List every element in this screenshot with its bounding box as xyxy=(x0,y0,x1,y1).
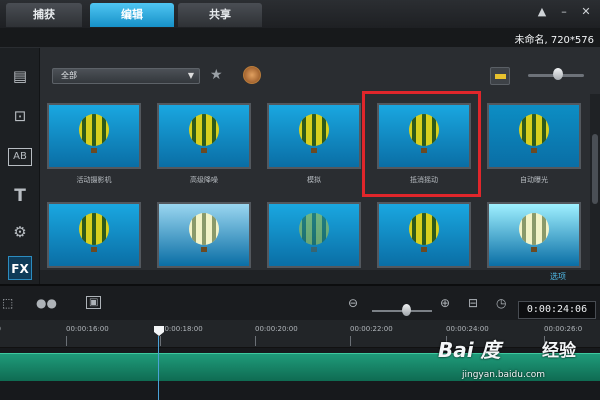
zoom-in-icon[interactable]: ⊕ xyxy=(440,296,450,310)
mix-icon[interactable]: ●● xyxy=(36,296,57,310)
tab-share[interactable]: 共享 xyxy=(178,3,262,27)
record-icon[interactable]: ▣ xyxy=(86,296,102,309)
zoom-out-icon[interactable]: ⊖ xyxy=(348,296,358,310)
title-template-icon[interactable]: AB xyxy=(8,148,32,166)
watermark-brand: Bai 度 xyxy=(438,338,501,362)
ruler-tick xyxy=(160,336,161,346)
tab-edit[interactable]: 编辑 xyxy=(90,3,174,27)
transition-icon[interactable]: ⊡ xyxy=(8,104,32,128)
view-mode-button[interactable] xyxy=(490,67,510,85)
hot-air-balloon-icon xyxy=(189,114,219,153)
library-panel: ▤ ⊡ AB T ⚙ FX 全部 ▼ ★ 活动摄影机 高级降噪 模拟 抵消摇动 自动曝光… xyxy=(0,48,600,284)
effect-thumbnail[interactable] xyxy=(47,202,141,268)
minimize-icon[interactable]: – xyxy=(556,4,572,20)
title-icon[interactable]: T xyxy=(8,184,32,208)
ruler-tick xyxy=(66,336,67,346)
timeline-zoom-knob[interactable] xyxy=(402,304,411,316)
library-toolbar: 全部 ▼ ★ xyxy=(40,48,600,94)
ruler-label: 00:00:16:00 xyxy=(66,325,109,333)
library-scrollbar[interactable] xyxy=(590,94,600,270)
effects-grid: 活动摄影机 高级降噪 模拟 抵消摇动 自动曝光 xyxy=(40,94,590,270)
effect-thumbnail[interactable] xyxy=(267,202,361,268)
close-icon[interactable]: ✕ xyxy=(578,4,594,20)
fit-project-icon[interactable]: ⊟ xyxy=(468,296,478,310)
effect-thumbnail-label: 高级降噪 xyxy=(190,176,218,184)
hot-air-balloon-icon xyxy=(79,213,109,252)
graphics-icon[interactable]: ⚙ xyxy=(8,220,32,244)
category-dropdown[interactable]: 全部 ▼ xyxy=(52,68,200,84)
thumbnail-size-knob[interactable] xyxy=(553,68,563,80)
hot-air-balloon-icon xyxy=(519,213,549,252)
effect-thumbnail[interactable] xyxy=(157,202,251,268)
timecode-display[interactable]: 0:00:24:06 xyxy=(518,301,596,319)
timeline-toolbar: ⬚ ●● ▣ ⊖ ⊕ ⊟ ◷ 0:00:24:06 xyxy=(0,284,600,320)
effect-thumbnail-label: 活动摄影机 xyxy=(76,176,112,184)
ruler-label: 00:00:18:00 xyxy=(160,325,203,333)
clock-icon: ◷ xyxy=(496,296,507,310)
ruler-tick xyxy=(350,336,351,346)
hot-air-balloon-icon xyxy=(189,213,219,252)
hot-air-balloon-icon xyxy=(519,114,549,153)
top-tab-bar: 捕获 编辑 共享 ▲ – ✕ xyxy=(0,0,600,28)
options-button[interactable]: 选项 xyxy=(550,271,566,282)
storyboard-icon[interactable]: ⬚ xyxy=(2,296,13,310)
tab-capture[interactable]: 捕获 xyxy=(6,3,82,27)
watermark-url: jingyan.baidu.com xyxy=(462,370,546,380)
library-sidebar: ▤ ⊡ AB T ⚙ FX xyxy=(0,48,40,284)
effect-thumbnail[interactable] xyxy=(377,202,471,268)
add-to-favorites-icon[interactable]: ★ xyxy=(210,66,230,84)
chevron-down-icon: ▼ xyxy=(187,71,194,80)
options-row: 选项 xyxy=(40,270,600,284)
fx-icon[interactable]: FX xyxy=(8,256,32,280)
effect-thumbnail[interactable] xyxy=(487,103,581,169)
browse-icon[interactable] xyxy=(243,66,261,84)
effect-thumbnail[interactable] xyxy=(157,103,251,169)
ruler-label: 00:00:20:00 xyxy=(255,325,298,333)
selection-highlight-box xyxy=(362,91,481,197)
ruler-tick xyxy=(255,336,256,346)
effect-thumbnail[interactable] xyxy=(47,103,141,169)
hot-air-balloon-icon xyxy=(79,114,109,153)
ruler-label: 00:00:22:00 xyxy=(350,325,393,333)
project-title-bar: 未命名, 720*576 xyxy=(0,28,600,48)
effect-thumbnail-label: 模拟 xyxy=(307,176,321,184)
effect-thumbnail-label: 自动曝光 xyxy=(520,176,548,184)
project-title: 未命名, 720*576 xyxy=(514,35,594,46)
hot-air-balloon-icon xyxy=(299,114,329,153)
baidu-jingyan-watermark: Bai 度 经验 jingyan.baidu.com xyxy=(430,326,598,396)
hot-air-balloon-icon xyxy=(299,213,329,252)
category-dropdown-value: 全部 xyxy=(61,71,77,80)
watermark-chinese: 经验 xyxy=(542,341,576,361)
ruler-label: 00 xyxy=(0,325,1,333)
upload-icon[interactable]: ▲ xyxy=(534,4,550,20)
effect-thumbnail[interactable] xyxy=(487,202,581,268)
media-icon[interactable]: ▤ xyxy=(8,64,32,88)
playhead-line xyxy=(158,336,159,400)
effect-thumbnail[interactable] xyxy=(267,103,361,169)
hot-air-balloon-icon xyxy=(409,213,439,252)
